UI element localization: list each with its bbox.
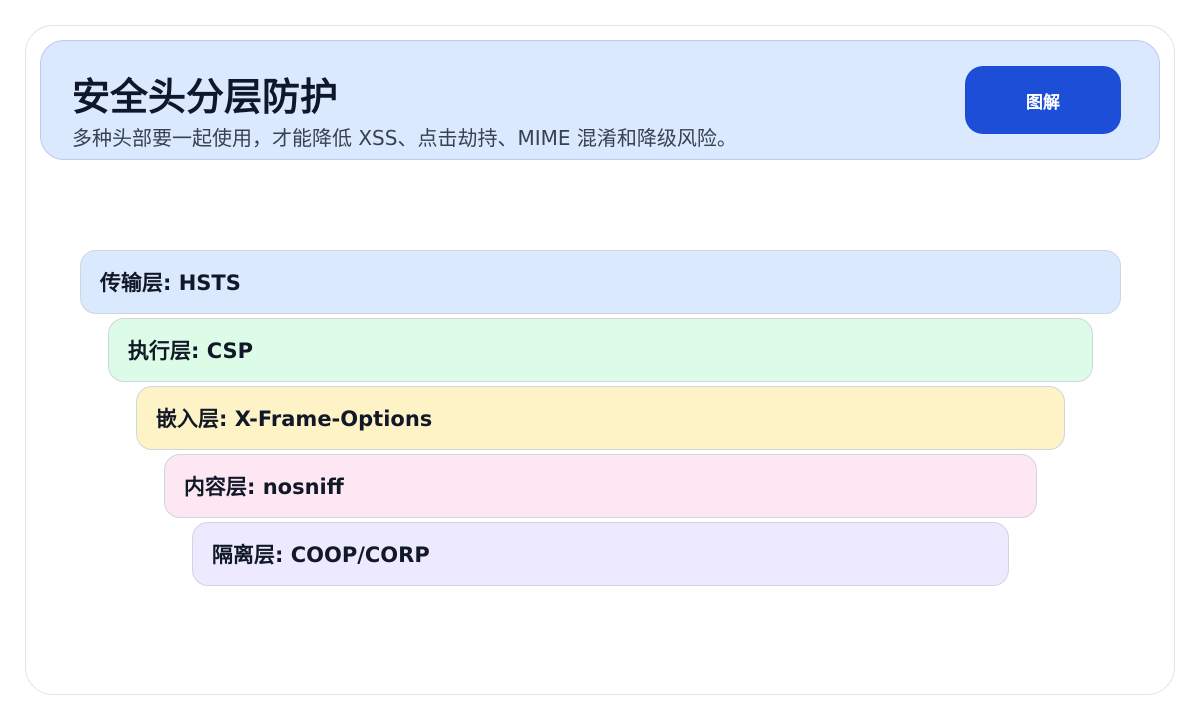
- diagram-button[interactable]: 图解: [965, 66, 1121, 134]
- layer-label: 嵌入层: X-Frame-Options: [156, 407, 433, 431]
- layer-label: 执行层: CSP: [128, 339, 254, 363]
- layer-execution: 执行层: CSP: [108, 318, 1093, 382]
- layer-label: 隔离层: COOP/CORP: [212, 543, 430, 567]
- layer-transport: 传输层: HSTS: [80, 250, 1121, 314]
- layer-embedding: 嵌入层: X-Frame-Options: [136, 386, 1065, 450]
- layer-isolation: 隔离层: COOP/CORP: [192, 522, 1009, 586]
- layer-label: 传输层: HSTS: [100, 271, 241, 295]
- page-title: 安全头分层防护: [72, 75, 339, 119]
- page-subtitle: 多种头部要一起使用，才能降低 XSS、点击劫持、MIME 混淆和降级风险。: [72, 126, 737, 150]
- layer-label: 内容层: nosniff: [184, 475, 344, 499]
- layer-content: 内容层: nosniff: [164, 454, 1037, 518]
